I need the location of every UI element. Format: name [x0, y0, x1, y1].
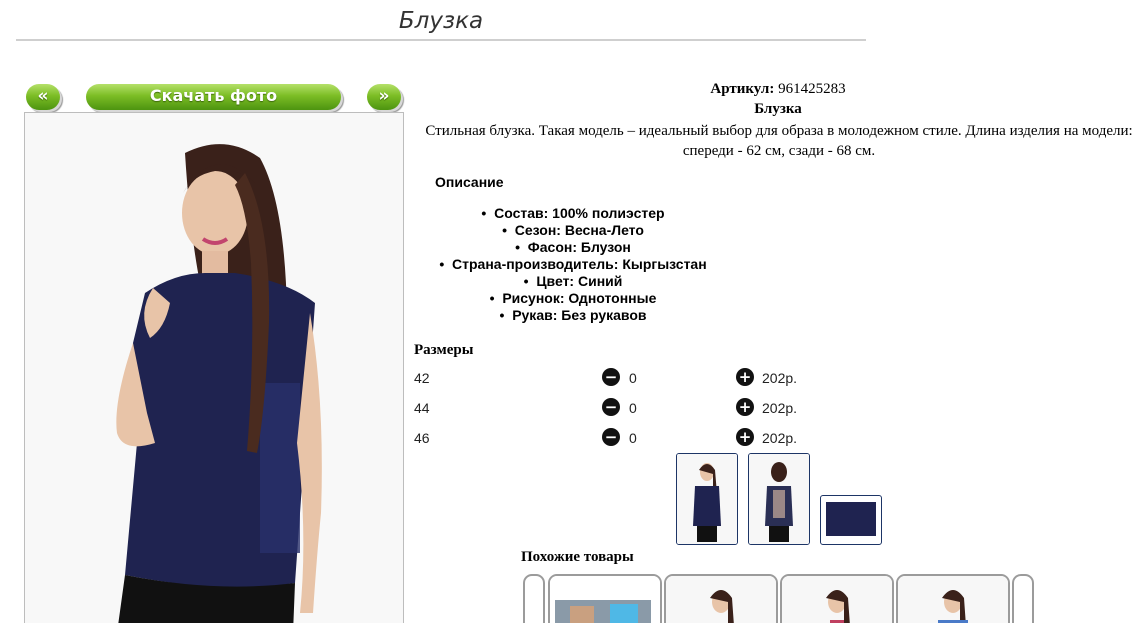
minus-circle-icon[interactable]: −	[602, 428, 620, 446]
similar-product-image	[666, 576, 776, 623]
plus-circle-icon[interactable]: +	[736, 428, 754, 446]
property-item: Рисунок: Однотонные	[418, 290, 728, 307]
minus-circle-icon[interactable]: −	[602, 398, 620, 416]
size-label: 46	[414, 430, 430, 446]
description-heading: Описание	[435, 174, 504, 190]
size-row: 44 − 0 + 202р.	[414, 398, 914, 420]
size-price: 202р.	[762, 430, 798, 446]
property-item: Страна-производитель: Кыргызстан	[418, 256, 728, 273]
size-row: 46 − 0 + 202р.	[414, 428, 914, 450]
plus-circle-icon[interactable]: +	[736, 398, 754, 416]
similar-prev-arrow[interactable]	[523, 574, 545, 623]
property-item: Цвет: Синий	[418, 273, 728, 290]
size-label: 42	[414, 370, 430, 386]
download-photo-button[interactable]: Скачать фото	[86, 84, 341, 110]
article-value: 961425283	[778, 81, 846, 97]
similar-product-card[interactable]	[896, 574, 1010, 623]
product-name: Блузка	[754, 101, 802, 117]
photo-thumbnail-back[interactable]	[748, 453, 810, 545]
minus-circle-icon[interactable]: −	[602, 368, 620, 386]
size-label: 44	[414, 400, 430, 416]
model-photo-illustration	[25, 113, 403, 623]
article-label: Артикул:	[710, 81, 775, 97]
color-swatch-thumbnail[interactable]	[820, 495, 882, 545]
color-swatch	[826, 502, 876, 536]
quantity-value: 0	[629, 430, 637, 446]
article-number: Артикул: 961425283	[620, 81, 936, 98]
prev-photo-button[interactable]: «	[26, 84, 60, 110]
page-title: Блузка	[16, 8, 866, 41]
similar-product-card[interactable]	[780, 574, 894, 623]
similar-products-heading: Похожие товары	[521, 549, 634, 565]
next-photo-button[interactable]: »	[367, 84, 401, 110]
similar-next-arrow[interactable]	[1012, 574, 1034, 623]
quantity-value: 0	[629, 370, 637, 386]
property-item: Состав: 100% полиэстер	[418, 205, 728, 222]
properties-list: Состав: 100% полиэстер Сезон: Весна-Лето…	[418, 205, 728, 324]
photo-thumbnail-front[interactable]	[676, 453, 738, 545]
similar-product-image	[898, 576, 1008, 623]
size-row: 42 − 0 + 202р.	[414, 368, 914, 390]
product-description: Стильная блузка. Такая модель – идеальны…	[425, 123, 1133, 159]
size-price: 202р.	[762, 370, 798, 386]
property-item: Фасон: Блузон	[418, 239, 728, 256]
similar-product-image	[782, 576, 892, 623]
thumbnail-front-image	[677, 454, 737, 544]
thumbnail-back-image	[749, 454, 809, 544]
similar-product-card[interactable]	[664, 574, 778, 623]
quantity-value: 0	[629, 400, 637, 416]
similar-product-image	[550, 576, 660, 623]
property-item: Сезон: Весна-Лето	[418, 222, 728, 239]
sizes-heading: Размеры	[414, 342, 474, 358]
similar-product-card[interactable]	[548, 574, 662, 623]
main-product-photo[interactable]	[24, 112, 404, 623]
plus-circle-icon[interactable]: +	[736, 368, 754, 386]
size-price: 202р.	[762, 400, 798, 416]
property-item: Рукав: Без рукавов	[418, 307, 728, 324]
